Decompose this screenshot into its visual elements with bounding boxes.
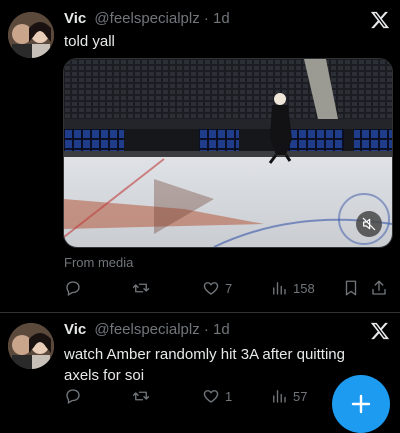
share-icon: [372, 280, 386, 295]
tweet-header: Vic @feelspecialplz · 1d: [64, 10, 230, 27]
mute-button[interactable]: [356, 211, 382, 237]
timestamp[interactable]: 1d: [213, 10, 230, 27]
tweet-video[interactable]: [63, 58, 393, 248]
heart-icon: [203, 282, 219, 295]
avatar[interactable]: [8, 323, 54, 369]
reply-icon: [66, 389, 80, 404]
arena-video-frame: [64, 59, 392, 247]
separator-dot: ·: [203, 10, 209, 27]
muted-speaker-icon: [362, 217, 376, 231]
retweet-icon: [132, 391, 150, 401]
views-bar-icon: [273, 282, 286, 295]
views-bar-icon: [273, 390, 286, 403]
like-count: 7: [225, 280, 233, 296]
bookmark-button[interactable]: [342, 278, 360, 298]
like-button[interactable]: 1: [202, 386, 232, 406]
bookmark-icon: [345, 280, 357, 296]
separator-dot: ·: [203, 321, 209, 338]
view-count: 57: [293, 388, 308, 404]
timestamp[interactable]: 1d: [213, 321, 230, 338]
like-count: 1: [225, 388, 233, 404]
reply-icon: [66, 281, 80, 296]
tweet-text: told yall: [64, 33, 115, 50]
retweet-button[interactable]: [132, 386, 155, 406]
retweet-icon: [132, 283, 150, 293]
views-button[interactable]: 57: [270, 386, 307, 406]
from-media-label[interactable]: From media: [64, 255, 133, 270]
retweet-button[interactable]: [132, 278, 155, 298]
reply-button[interactable]: [64, 278, 87, 298]
author-handle[interactable]: @feelspecialplz: [94, 321, 199, 338]
author-name[interactable]: Vic: [64, 10, 86, 27]
heart-icon: [203, 390, 219, 403]
reply-button[interactable]: [64, 386, 87, 406]
tweet[interactable]: Vic @feelspecialplz · 1d told yall From …: [0, 0, 400, 313]
tweet-actions: 7 158: [64, 278, 392, 300]
view-count: 158: [293, 280, 315, 296]
tweet-text: watch Amber randomly hit 3A after quitti…: [64, 346, 345, 384]
x-logo-icon: [370, 10, 390, 30]
plus-icon: [351, 394, 371, 414]
author-name[interactable]: Vic: [64, 321, 86, 338]
views-button[interactable]: 158: [270, 278, 315, 298]
compose-button[interactable]: [332, 375, 390, 433]
author-handle[interactable]: @feelspecialplz: [94, 10, 199, 27]
like-button[interactable]: 7: [202, 278, 232, 298]
share-button[interactable]: [370, 278, 388, 298]
tweet-header: Vic @feelspecialplz · 1d: [64, 321, 230, 338]
x-logo-icon: [370, 321, 390, 341]
avatar[interactable]: [8, 12, 54, 58]
